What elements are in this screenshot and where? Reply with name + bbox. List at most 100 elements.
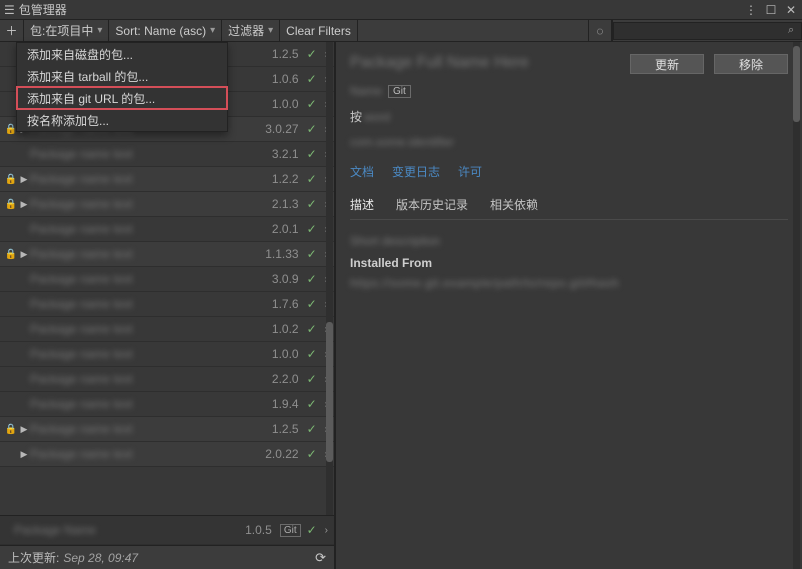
package-name: Package name text <box>30 297 272 311</box>
package-name: Package name text <box>30 197 272 211</box>
package-row[interactable]: Package name text3.0.9✓› <box>0 267 334 292</box>
chevron-right-icon: ▶ <box>18 449 30 460</box>
detail-description-text: Short description <box>350 234 440 248</box>
package-row[interactable]: Package name text2.2.0✓› <box>0 367 334 392</box>
package-list-panel: Package name text1.2.5✓›Package name tex… <box>0 42 336 569</box>
package-name: Package name text <box>30 147 272 161</box>
window-menu-button[interactable]: ⋮ <box>744 3 758 17</box>
package-version: 2.0.1 <box>272 222 299 236</box>
clear-filters-button[interactable]: Clear Filters <box>280 20 358 42</box>
detail-an-word: word <box>364 110 390 124</box>
packages-label: 包 <box>30 22 42 39</box>
package-version: 1.9.4 <box>272 397 299 411</box>
tab-dependencies[interactable]: 相关依赖 <box>490 196 538 213</box>
chevron-right-icon: ▶ <box>18 249 30 260</box>
package-version: 2.2.0 <box>272 372 299 386</box>
package-name: Package name text <box>30 397 272 411</box>
window-close-button[interactable]: ✕ <box>784 3 798 17</box>
package-row[interactable]: 🔒▶Package name text2.1.3✓› <box>0 192 334 217</box>
detail-scrollbar-thumb[interactable] <box>793 46 800 122</box>
add-package-button[interactable]: ＋ <box>0 20 24 42</box>
search-input[interactable] <box>613 22 802 40</box>
package-version: 3.0.27 <box>265 122 298 136</box>
filters-dropdown[interactable]: 过滤器 <box>222 20 280 42</box>
add-menu-item[interactable]: 按名称添加包... <box>17 109 227 131</box>
package-version: 1.2.5 <box>272 422 299 436</box>
package-row[interactable]: Package name text1.7.6✓› <box>0 292 334 317</box>
remove-button[interactable]: 移除 <box>714 54 788 74</box>
check-icon: ✓ <box>307 97 317 111</box>
add-menu-item[interactable]: 添加来自 git URL 的包... <box>17 87 227 109</box>
package-version: 1.7.6 <box>272 297 299 311</box>
add-menu-item[interactable]: 添加来自磁盘的包... <box>17 43 227 65</box>
package-name: Package name text <box>30 347 272 361</box>
package-row[interactable]: Package name text2.0.1✓› <box>0 217 334 242</box>
package-version: 1.0.5 <box>245 523 272 537</box>
window-title: 包管理器 <box>19 1 738 18</box>
check-icon: ✓ <box>307 72 317 86</box>
package-name: Package name text <box>30 222 272 236</box>
tab-history[interactable]: 版本历史记录 <box>396 196 468 213</box>
package-version: 2.0.22 <box>265 447 298 461</box>
add-menu-item[interactable]: 添加来自 tarball 的包... <box>17 65 227 87</box>
package-name: Package name text <box>30 172 272 186</box>
package-version: 2.1.3 <box>272 197 299 211</box>
last-update-label: 上次更新: <box>8 549 59 566</box>
package-row[interactable]: Package name text1.9.4✓› <box>0 392 334 417</box>
package-name: Package name text <box>30 447 265 461</box>
chevron-right-icon: ▶ <box>18 174 30 185</box>
refresh-button[interactable]: ⟳ <box>315 550 326 566</box>
detail-an-prefix: 按 <box>350 110 362 124</box>
package-row[interactable]: 🔒▶Package name text1.2.5✓› <box>0 417 334 442</box>
package-row[interactable]: ▶Package name text2.0.22✓› <box>0 442 334 467</box>
package-name: Package Name <box>14 523 245 537</box>
update-button[interactable]: 更新 <box>630 54 704 74</box>
selected-package-row[interactable]: Package Name 1.0.5 Git ✓ › <box>0 515 334 545</box>
package-version: 1.0.0 <box>272 97 299 111</box>
package-row[interactable]: Package name text3.2.1✓› <box>0 142 334 167</box>
sort-dropdown[interactable]: Sort: Name (asc) <box>109 20 222 42</box>
title-bar: ☰ 包管理器 ⋮ ☐ ✕ <box>0 0 802 20</box>
check-icon: ✓ <box>307 422 317 436</box>
package-icon: ☰ <box>4 3 15 17</box>
package-row[interactable]: 🔒▶Package name text1.2.2✓› <box>0 167 334 192</box>
check-icon: ✓ <box>307 397 317 411</box>
lock-icon: 🔒 <box>4 249 18 260</box>
detail-title: Package Full Name Here <box>350 54 630 72</box>
packages-scope-dropdown[interactable]: 包: 在项目中 <box>24 20 109 42</box>
list-scrollbar-thumb[interactable] <box>326 322 333 462</box>
chevron-right-icon: ▶ <box>18 199 30 210</box>
package-version: 3.0.9 <box>272 272 299 286</box>
package-name: Package name text <box>30 272 272 286</box>
package-version: 1.0.6 <box>272 72 299 86</box>
changelog-link[interactable]: 变更日志 <box>392 163 440 180</box>
check-icon: ✓ <box>307 172 317 186</box>
search-icon: ⌕ <box>788 24 794 37</box>
installed-from-url: https://some.git.example/path/to/repo.gi… <box>350 276 619 290</box>
check-icon: ✓ <box>307 523 317 537</box>
window-maximize-button[interactable]: ☐ <box>764 3 778 17</box>
package-version: 1.2.2 <box>272 172 299 186</box>
package-row[interactable]: 🔒▶Package name text1.1.33✓› <box>0 242 334 267</box>
add-package-menu[interactable]: 添加来自磁盘的包...添加来自 tarball 的包...添加来自 git UR… <box>16 42 228 132</box>
detail-subtitle: Name <box>350 84 382 98</box>
check-icon: ✓ <box>307 222 317 236</box>
package-row[interactable]: Package name text1.0.2✓› <box>0 317 334 342</box>
lock-icon: 🔒 <box>4 424 18 435</box>
package-version: 3.2.1 <box>272 147 299 161</box>
package-row[interactable]: Package name text1.0.0✓› <box>0 342 334 367</box>
last-update-time: Sep 28, 09:47 <box>63 551 138 565</box>
license-link[interactable]: 许可 <box>458 163 482 180</box>
check-icon: ✓ <box>307 122 317 136</box>
search-field[interactable]: ⌕ <box>612 20 802 42</box>
chevron-right-icon: › <box>325 525 328 536</box>
detail-git-badge: Git <box>388 85 411 98</box>
check-icon: ✓ <box>307 322 317 336</box>
check-icon: ✓ <box>307 372 317 386</box>
package-version: 1.2.5 <box>272 47 299 61</box>
git-badge: Git <box>280 524 301 537</box>
lock-icon: 🔒 <box>4 174 18 185</box>
docs-link[interactable]: 文档 <box>350 163 374 180</box>
tab-description[interactable]: 描述 <box>350 196 374 213</box>
check-icon: ✓ <box>307 297 317 311</box>
